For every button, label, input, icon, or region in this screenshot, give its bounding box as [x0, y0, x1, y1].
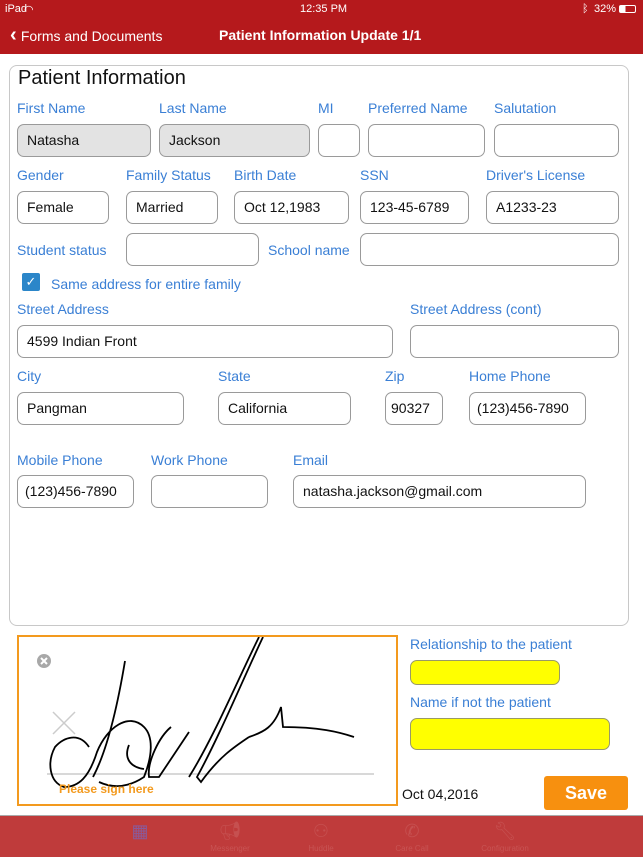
street2-label: Street Address (cont) [410, 301, 542, 317]
state-field[interactable]: California [218, 392, 351, 425]
salutation-label: Salutation [494, 100, 557, 116]
sign-here-placeholder: Please sign here [59, 782, 154, 796]
tab-forms[interactable]: ▦ [100, 818, 180, 844]
tab-bar: ▦ 📢︎ Messenger ⚇ Huddle ✆ Care Call 🔧︎ Confi… [0, 815, 643, 857]
school-name-field[interactable] [360, 233, 619, 266]
zip-field[interactable]: 90327 [385, 392, 443, 425]
clock: 12:35 PM [300, 3, 348, 15]
mobile-phone-label: Mobile Phone [17, 452, 103, 468]
email-field[interactable]: natasha.jackson@gmail.com [293, 475, 586, 508]
ssn-field[interactable]: 123-45-6789 [360, 191, 469, 224]
battery-level: 32% [594, 3, 617, 15]
home-phone-field[interactable]: (123)456-7890 [469, 392, 586, 425]
chevron-left-icon: ‹ [10, 24, 17, 46]
battery-icon [619, 5, 636, 13]
name-if-not-patient-label: Name if not the patient [410, 694, 551, 710]
work-phone-label: Work Phone [151, 452, 228, 468]
preferred-name-field[interactable] [368, 124, 485, 157]
street-field[interactable]: 4599 Indian Front [17, 325, 393, 358]
city-label: City [17, 368, 42, 384]
salutation-field[interactable] [494, 124, 619, 157]
signature-drawing [37, 637, 374, 788]
ssn-label: SSN [360, 167, 389, 183]
checkmark-icon: ✓ [25, 274, 37, 289]
drivers-license-field[interactable]: A1233-23 [486, 191, 619, 224]
street2-field[interactable] [410, 325, 619, 358]
email-label: Email [293, 452, 329, 468]
mobile-phone-field[interactable]: (123)456-7890 [17, 475, 134, 508]
wrench-icon: 🔧︎ [493, 821, 517, 841]
back-label: Forms and Documents [20, 28, 163, 44]
relationship-label: Relationship to the patient [410, 636, 572, 652]
megaphone-icon: 📢︎ [218, 821, 242, 841]
mi-label: MI [318, 100, 334, 116]
drivers-license-label: Driver's License [486, 167, 586, 183]
tab-care-call[interactable]: ✆ Care Call [372, 818, 452, 853]
wifi-icon: ︎◠ [24, 4, 34, 16]
same-address-checkbox[interactable]: ✓ [22, 273, 40, 291]
gender-field[interactable]: Female [17, 191, 109, 224]
family-status-field[interactable]: Married [126, 191, 218, 224]
name-if-not-patient-field[interactable] [410, 718, 610, 750]
group-icon: ⚇ [312, 821, 330, 841]
mi-field[interactable] [318, 124, 360, 157]
same-address-label: Same address for entire family [51, 276, 241, 292]
family-status-label: Family Status [126, 167, 211, 183]
bluetooth-icon: ᛒ [582, 3, 589, 15]
form-title: Patient Information [18, 67, 186, 89]
state-label: State [218, 368, 251, 384]
birth-date-label: Birth Date [234, 167, 297, 183]
preferred-name-label: Preferred Name [368, 100, 468, 116]
header: iPad ︎◠ 12:35 PM ᛒ 32% ‹ Forms and Docum… [0, 0, 643, 54]
last-name-label: Last Name [159, 100, 227, 116]
birth-date-field[interactable]: Oct 12,1983 [234, 191, 349, 224]
first-name-field[interactable]: Natasha [17, 124, 151, 157]
tab-huddle[interactable]: ⚇ Huddle [281, 818, 361, 853]
first-name-label: First Name [17, 100, 86, 116]
school-name-label: School name [268, 242, 350, 258]
save-button[interactable]: Save [544, 776, 628, 810]
forms-icon: ▦ [131, 821, 149, 841]
relationship-field[interactable] [410, 660, 560, 685]
signature-date: Oct 04,2016 [402, 786, 479, 802]
back-button[interactable]: ‹ Forms and Documents [10, 24, 162, 47]
tab-messenger[interactable]: 📢︎ Messenger [190, 818, 270, 853]
gender-label: Gender [17, 167, 64, 183]
phone-icon: ✆ [404, 821, 420, 841]
tab-configuration[interactable]: 🔧︎ Configuration [465, 818, 545, 853]
last-name-field[interactable]: Jackson [159, 124, 310, 157]
student-status-label: Student status [17, 242, 107, 258]
student-status-field[interactable] [126, 233, 259, 266]
zip-label: Zip [385, 368, 405, 384]
home-phone-label: Home Phone [469, 368, 551, 384]
city-field[interactable]: Pangman [17, 392, 184, 425]
page-title: Patient Information Update 1/1 [219, 27, 422, 43]
street-label: Street Address [17, 301, 109, 317]
signature-pad[interactable]: Please sign here [17, 635, 398, 806]
work-phone-field[interactable] [151, 475, 268, 508]
